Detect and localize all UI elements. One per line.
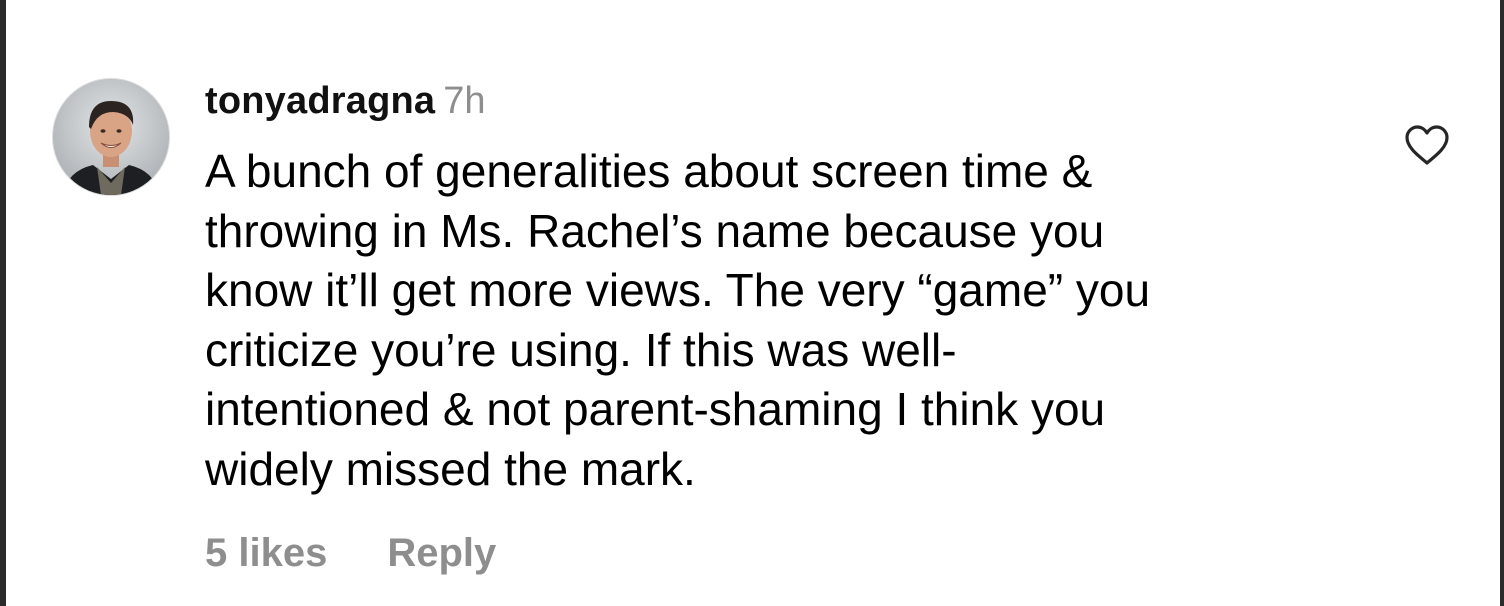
avatar-portrait [53, 79, 169, 195]
heart-outline-icon[interactable] [1404, 124, 1450, 166]
reply-button[interactable]: Reply [387, 531, 496, 575]
window-edge-right [1500, 0, 1504, 606]
comment-content: tonyadragna 7h A bunch of generalities ab… [205, 76, 1365, 499]
comment-timestamp[interactable]: 7h [443, 80, 485, 122]
comment-header: tonyadragna 7h [205, 76, 1365, 126]
comment-text-line: know it’ll get more views. The very “gam… [205, 264, 1151, 316]
comment-text-line: A bunch of generalities about screen tim… [205, 145, 1093, 197]
comment-text-line: criticize you’re using. If this was well… [205, 323, 957, 376]
comment-text-line: widely missed the mark. [205, 442, 696, 495]
comment-text-line: intentioned & not parent-shaming I think… [205, 383, 1106, 435]
user-avatar[interactable] [52, 78, 170, 196]
heart-glyph [1405, 125, 1449, 165]
comment-username[interactable]: tonyadragna [205, 80, 435, 122]
likes-count-button[interactable]: 5 likes [205, 531, 327, 575]
comment-panel: tonyadragna 7h A bunch of generalities ab… [0, 0, 1504, 606]
comment-actions: 5 likes Reply [205, 528, 496, 578]
window-edge-left [0, 0, 6, 606]
comment-text: A bunch of generalities about screen tim… [205, 142, 1365, 499]
comment-text-line: throwing in Ms. Rachel’s name because yo… [205, 204, 1105, 257]
